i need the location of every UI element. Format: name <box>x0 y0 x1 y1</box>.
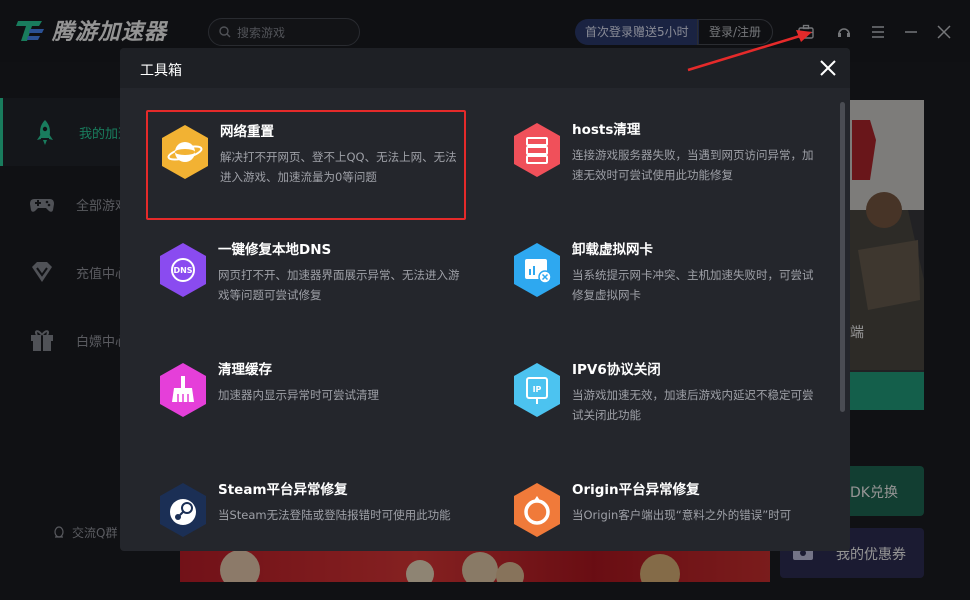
tool-uninstall-virtual-nic[interactable]: 卸载虚拟网卡 当系统提示网卡冲突、主机加速失败时，可尝试修复虚拟网卡 <box>500 230 820 340</box>
tool-name: hosts清理 <box>572 122 641 138</box>
dialog-title: 工具箱 <box>140 63 182 79</box>
tool-description: 解决打不开网页、登不上QQ、无法上网、无法进入游戏、加速流量为0等问题 <box>220 150 457 184</box>
svg-text:IP: IP <box>533 385 542 394</box>
close-icon[interactable] <box>818 58 838 78</box>
tool-network-reset[interactable]: 网络重置 解决打不开网页、登不上QQ、无法上网、无法进入游戏、加速流量为0等问题 <box>146 110 466 220</box>
dns-icon: DNS <box>160 243 206 297</box>
tool-name: 清理缓存 <box>218 362 272 378</box>
tool-description: 当Steam无法登陆或登陆报错时可使用此功能 <box>218 508 451 522</box>
tool-origin-repair[interactable]: Origin平台异常修复 当Origin客户端出现“意料之外的错误”时可 <box>500 470 820 551</box>
steam-icon <box>160 483 206 537</box>
tool-name: IPV6协议关闭 <box>572 362 661 378</box>
network-card-icon <box>514 243 560 297</box>
tool-description: 连接游戏服务器失败，当遇到网页访问异常，加速无效时可尝试使用此功能修复 <box>572 148 814 182</box>
toolbox-dialog: 工具箱 网络重置 解决打不开网页、登不上QQ、无法上网、无法进入游戏、加速流量为… <box>120 48 850 551</box>
app-window: 腾游加速器 搜索游戏 首次登录赠送5小时 登录/注册 我的加速 全部游戏 充值中… <box>0 0 970 600</box>
tool-description: 当游戏加速无效，加速后游戏内延迟不稳定可尝试关闭此功能 <box>572 388 814 422</box>
tool-name: 卸载虚拟网卡 <box>572 242 653 258</box>
ip-icon: IP <box>514 363 560 417</box>
svg-text:DNS: DNS <box>173 266 192 275</box>
tool-description: 网页打不开、加速器界面展示异常、无法进入游戏等问题可尝试修复 <box>218 268 460 302</box>
dialog-header: 工具箱 <box>120 48 850 88</box>
tool-name: 一键修复本地DNS <box>218 242 332 258</box>
tool-name: Steam平台异常修复 <box>218 482 348 498</box>
origin-icon <box>514 483 560 537</box>
tool-steam-repair[interactable]: Steam平台异常修复 当Steam无法登陆或登陆报错时可使用此功能 <box>146 470 466 551</box>
planet-icon <box>162 125 208 179</box>
tool-hosts-clean[interactable]: hosts清理 连接游戏服务器失败，当遇到网页访问异常，加速无效时可尝试使用此功… <box>500 110 820 220</box>
tool-ipv6-disable[interactable]: IP IPV6协议关闭 当游戏加速无效，加速后游戏内延迟不稳定可尝试关闭此功能 <box>500 350 820 460</box>
tool-description: 加速器内显示异常时可尝试清理 <box>218 388 379 402</box>
tool-description: 当Origin客户端出现“意料之外的错误”时可 <box>572 508 792 522</box>
tool-dns-repair[interactable]: DNS 一键修复本地DNS 网页打不开、加速器界面展示异常、无法进入游戏等问题可… <box>146 230 466 340</box>
server-icon <box>514 123 560 177</box>
tool-description: 当系统提示网卡冲突、主机加速失败时，可尝试修复虚拟网卡 <box>572 268 814 302</box>
scrollbar[interactable] <box>840 102 845 412</box>
broom-icon <box>160 363 206 417</box>
tool-clear-cache[interactable]: 清理缓存 加速器内显示异常时可尝试清理 <box>146 350 466 460</box>
tool-name: 网络重置 <box>220 124 274 140</box>
tool-name: Origin平台异常修复 <box>572 482 700 498</box>
